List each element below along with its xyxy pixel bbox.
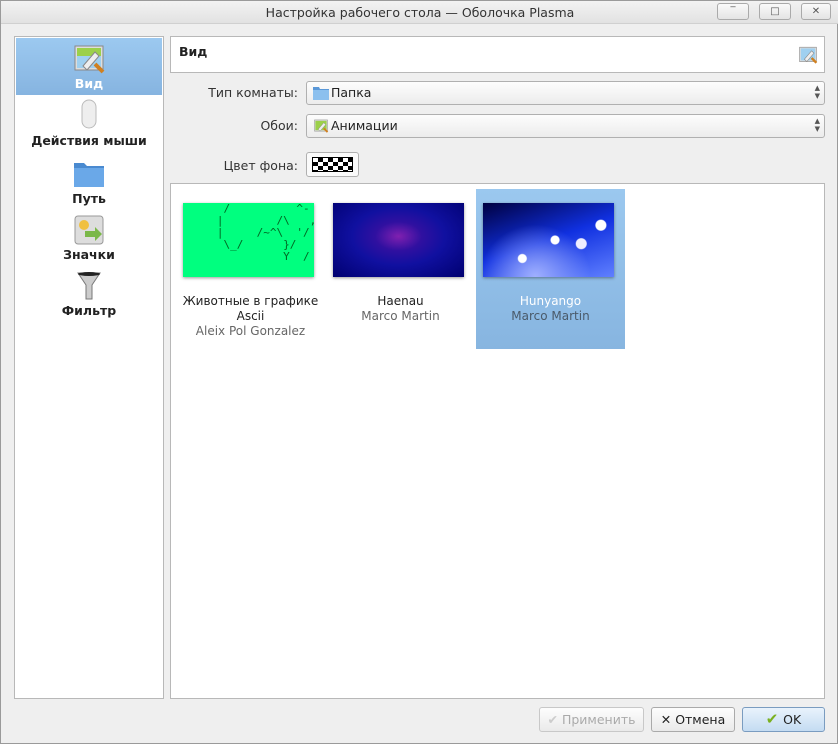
title-bar: Настройка рабочего стола — Оболочка Plas… <box>1 1 838 24</box>
wallpaper-label: Обои: <box>260 118 298 133</box>
icons-icon <box>74 215 104 245</box>
check-icon: ✔ <box>547 712 562 727</box>
mouse-icon <box>81 99 97 129</box>
close-button[interactable]: ✕ <box>801 3 831 20</box>
wallpaper-author: Marco Martin <box>511 309 590 323</box>
layout-combo[interactable]: Папка ▲ ▼ <box>306 81 825 105</box>
check-icon: ✔ <box>765 710 784 728</box>
wallpaper-brush-icon <box>74 45 105 74</box>
ok-button[interactable]: ✔ OK <box>742 707 825 732</box>
wallpaper-brush-icon <box>799 46 818 64</box>
close-icon: ✕ <box>660 712 676 727</box>
wallpaper-author: Aleix Pol Gonzalez <box>195 324 306 338</box>
apply-button[interactable]: ✔ Применить <box>539 707 644 732</box>
sidebar-item-label: Вид <box>74 76 104 91</box>
sidebar-item-path[interactable]: Путь <box>16 159 162 206</box>
funnel-icon <box>77 272 101 300</box>
sidebar-item-label: Путь <box>72 191 106 206</box>
sidebar-item-label: Значки <box>63 247 115 262</box>
wallpaper-tile[interactable]: / ^- | /\ , | /~^\ '/ \_/ }/ Y / Животны… <box>176 189 325 349</box>
wallpaper-thumbnail <box>333 203 464 277</box>
color-swatch <box>312 157 353 172</box>
folder-icon <box>313 87 329 100</box>
sidebar-item-filter[interactable]: Фильтр <box>16 271 162 318</box>
wallpaper-grid: / ^- | /\ , | /~^\ '/ \_/ }/ Y / Животны… <box>170 183 825 699</box>
sidebar-item-label: Фильтр <box>61 303 117 318</box>
cancel-button[interactable]: ✕ Отмена <box>651 707 735 732</box>
sidebar-item-mouse-actions[interactable]: Действия мыши <box>16 99 162 148</box>
layout-value: Папка <box>331 85 372 100</box>
page-title: Вид <box>179 44 208 59</box>
spin-arrows-icon: ▲ ▼ <box>814 117 820 133</box>
bgcolor-button[interactable] <box>306 152 359 177</box>
wallpaper-name: Hunyango <box>519 294 582 308</box>
wallpaper-name: Животные в графике Ascii <box>182 294 319 323</box>
folder-icon <box>74 163 104 187</box>
wallpaper-brush-icon <box>314 119 329 133</box>
wallpaper-value: Анимации <box>331 118 398 133</box>
sidebar: Вид Действия мыши Путь Значки Фильтр <box>14 36 164 699</box>
bgcolor-label: Цвет фона: <box>223 158 298 173</box>
wallpaper-thumbnail: / ^- | /\ , | /~^\ '/ \_/ }/ Y / <box>183 203 314 277</box>
wallpaper-tile[interactable]: Haenau Marco Martin <box>326 189 475 349</box>
minimize-button[interactable]: ‾ <box>717 3 749 20</box>
wallpaper-tile-selected[interactable]: Hunyango Marco Martin <box>476 189 625 349</box>
layout-label: Тип комнаты: <box>208 85 298 100</box>
wallpaper-author: Marco Martin <box>361 309 440 323</box>
wallpaper-thumbnail <box>483 203 614 277</box>
ascii-art: / ^- | /\ , | /~^\ '/ \_/ }/ Y / <box>216 203 314 263</box>
page-header: Вид <box>170 36 825 73</box>
wallpaper-combo[interactable]: Анимации ▲ ▼ <box>306 114 825 138</box>
sidebar-item-label: Действия мыши <box>31 133 147 148</box>
spin-arrows-icon: ▲ ▼ <box>814 84 820 100</box>
sidebar-item-view[interactable]: Вид <box>16 38 162 95</box>
window-title: Настройка рабочего стола — Оболочка Plas… <box>265 5 575 20</box>
sidebar-item-icons[interactable]: Значки <box>16 215 162 262</box>
wallpaper-name: Haenau <box>377 294 424 308</box>
maximize-button[interactable]: □ <box>759 3 791 20</box>
